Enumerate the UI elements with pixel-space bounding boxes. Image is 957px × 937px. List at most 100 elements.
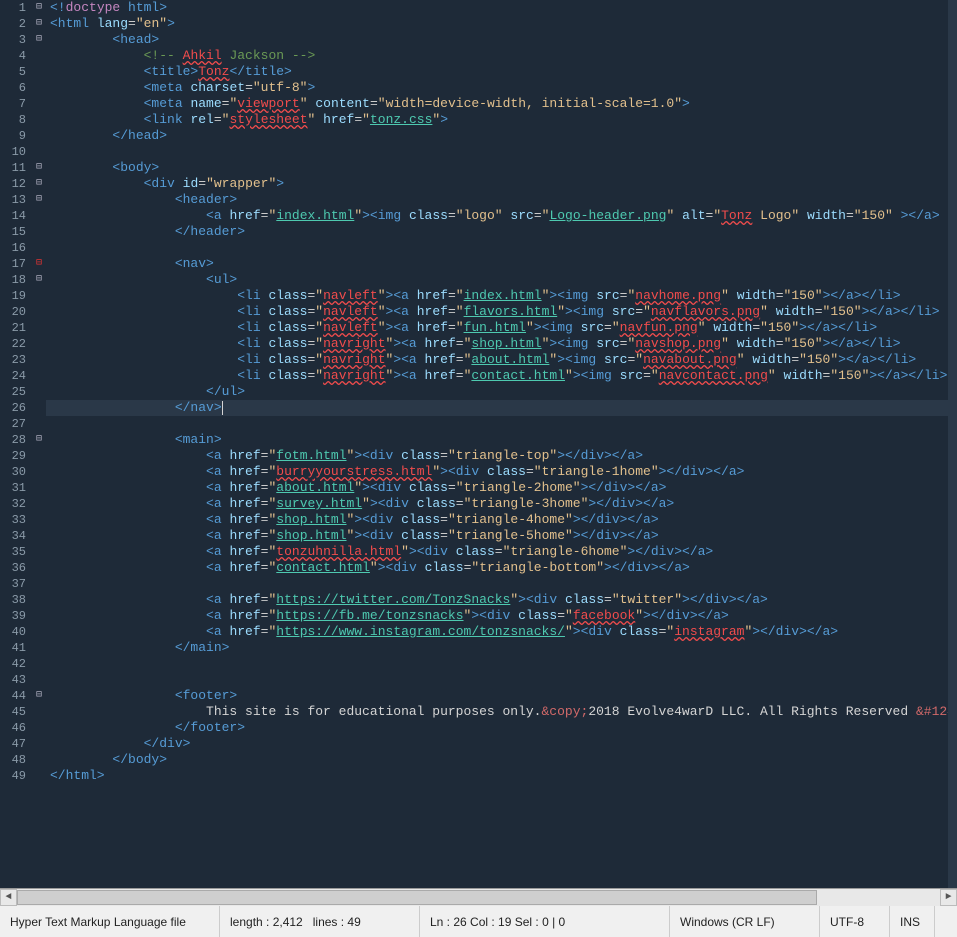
gutter-row: 22 (0, 336, 46, 352)
line-number: 14 (0, 208, 32, 224)
line-number: 31 (0, 480, 32, 496)
fold-toggle-icon[interactable] (32, 32, 46, 48)
code-line[interactable]: <li class="navleft"><a href="index.html"… (46, 288, 957, 304)
code-line[interactable]: <!-- Ahkil Jackson --> (46, 48, 957, 64)
fold-toggle-icon (32, 400, 46, 416)
code-line[interactable] (46, 656, 957, 672)
line-number: 26 (0, 400, 32, 416)
code-line[interactable]: <body> (46, 160, 957, 176)
fold-toggle-icon[interactable] (32, 432, 46, 448)
code-line[interactable] (46, 144, 957, 160)
line-number: 16 (0, 240, 32, 256)
code-line[interactable]: </div> (46, 736, 957, 752)
fold-toggle-icon (32, 464, 46, 480)
fold-toggle-icon[interactable] (32, 192, 46, 208)
scrollbar-track[interactable] (17, 889, 940, 906)
fold-toggle-icon[interactable] (32, 176, 46, 192)
gutter-row: 15 (0, 224, 46, 240)
fold-toggle-icon (32, 416, 46, 432)
code-line[interactable]: <li class="navright"><a href="shop.html"… (46, 336, 957, 352)
code-line[interactable]: <a href="burryyourstress.html"><div clas… (46, 464, 957, 480)
line-number: 7 (0, 96, 32, 112)
line-number: 3 (0, 32, 32, 48)
horizontal-scrollbar[interactable]: ◄ ► (0, 888, 957, 905)
code-line[interactable]: <a href="shop.html"><div class="triangle… (46, 512, 957, 528)
code-line[interactable]: </header> (46, 224, 957, 240)
code-line[interactable]: <a href="https://twitter.com/TonzSnacks"… (46, 592, 957, 608)
code-line[interactable]: <a href="about.html"><div class="triangl… (46, 480, 957, 496)
fold-toggle-icon (32, 640, 46, 656)
code-line[interactable]: </main> (46, 640, 957, 656)
code-line[interactable]: <a href="https://fb.me/tonzsnacks"><div … (46, 608, 957, 624)
scrollbar-thumb[interactable] (17, 890, 817, 905)
fold-toggle-icon[interactable] (32, 256, 46, 272)
code-area[interactable]: <!doctype html><html lang="en"> <head> <… (46, 0, 957, 888)
line-number: 18 (0, 272, 32, 288)
code-line[interactable]: <a href="fotm.html"><div class="triangle… (46, 448, 957, 464)
code-line[interactable]: <title>Tonz</title> (46, 64, 957, 80)
code-line[interactable]: <li class="navright"><a href="about.html… (46, 352, 957, 368)
line-number: 22 (0, 336, 32, 352)
code-line[interactable]: <!doctype html> (46, 0, 957, 16)
code-line[interactable]: This site is for educational purposes on… (46, 704, 957, 720)
code-line[interactable]: <a href="tonzuhnilla.html"><div class="t… (46, 544, 957, 560)
code-line[interactable]: <main> (46, 432, 957, 448)
code-line[interactable]: <a href="index.html"><img class="logo" s… (46, 208, 957, 224)
fold-toggle-icon (32, 304, 46, 320)
code-line[interactable] (46, 672, 957, 688)
code-line[interactable]: <li class="navright"><a href="contact.ht… (46, 368, 957, 384)
fold-toggle-icon (32, 672, 46, 688)
code-line[interactable]: <header> (46, 192, 957, 208)
line-number: 49 (0, 768, 32, 784)
code-line[interactable]: </ul> (46, 384, 957, 400)
status-spacer (935, 906, 955, 937)
code-line[interactable]: <head> (46, 32, 957, 48)
fold-toggle-icon[interactable] (32, 16, 46, 32)
gutter-row: 7 (0, 96, 46, 112)
fold-toggle-icon[interactable] (32, 688, 46, 704)
fold-toggle-icon (32, 496, 46, 512)
line-number: 47 (0, 736, 32, 752)
code-line[interactable]: </nav> (46, 400, 957, 416)
line-number: 34 (0, 528, 32, 544)
code-line[interactable]: <meta charset="utf-8"> (46, 80, 957, 96)
fold-toggle-icon[interactable] (32, 0, 46, 16)
code-line[interactable]: <ul> (46, 272, 957, 288)
fold-toggle-icon (32, 288, 46, 304)
gutter-row: 35 (0, 544, 46, 560)
line-number: 4 (0, 48, 32, 64)
code-line[interactable]: <div id="wrapper"> (46, 176, 957, 192)
gutter-row: 41 (0, 640, 46, 656)
fold-toggle-icon (32, 480, 46, 496)
code-line[interactable]: </html> (46, 768, 957, 784)
fold-toggle-icon (32, 240, 46, 256)
fold-toggle-icon[interactable] (32, 160, 46, 176)
code-line[interactable]: <a href="survey.html"><div class="triang… (46, 496, 957, 512)
code-line[interactable] (46, 240, 957, 256)
line-number: 32 (0, 496, 32, 512)
fold-toggle-icon (32, 544, 46, 560)
gutter-row: 36 (0, 560, 46, 576)
code-line[interactable]: <html lang="en"> (46, 16, 957, 32)
fold-toggle-icon (32, 80, 46, 96)
code-line[interactable]: <footer> (46, 688, 957, 704)
code-line[interactable]: </footer> (46, 720, 957, 736)
code-line[interactable]: </body> (46, 752, 957, 768)
code-line[interactable]: <link rel="stylesheet" href="tonz.css"> (46, 112, 957, 128)
scroll-right-arrow-icon[interactable]: ► (940, 889, 957, 906)
gutter-row: 21 (0, 320, 46, 336)
code-line[interactable]: <nav> (46, 256, 957, 272)
scroll-left-arrow-icon[interactable]: ◄ (0, 889, 17, 906)
code-line[interactable]: <li class="navleft"><a href="fun.html"><… (46, 320, 957, 336)
fold-toggle-icon[interactable] (32, 272, 46, 288)
code-line[interactable]: <a href="shop.html"><div class="triangle… (46, 528, 957, 544)
code-line[interactable]: <meta name="viewport" content="width=dev… (46, 96, 957, 112)
code-line[interactable]: <a href="https://www.instagram.com/tonzs… (46, 624, 957, 640)
code-line[interactable]: <a href="contact.html"><div class="trian… (46, 560, 957, 576)
code-line[interactable] (46, 576, 957, 592)
code-line[interactable] (46, 416, 957, 432)
vertical-scrollbar[interactable] (948, 0, 957, 888)
code-line[interactable]: <li class="navleft"><a href="flavors.htm… (46, 304, 957, 320)
code-line[interactable]: </head> (46, 128, 957, 144)
gutter-row: 29 (0, 448, 46, 464)
